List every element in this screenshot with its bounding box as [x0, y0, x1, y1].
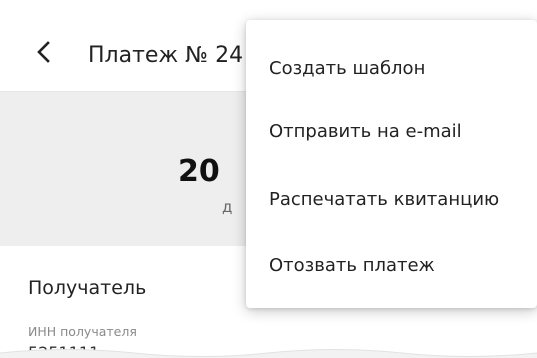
- status-bar-area: [0, 0, 537, 12]
- chevron-left-icon: [37, 41, 50, 63]
- payment-details-screen: Платеж № 24 20 д Получатель ИНН получате…: [0, 0, 537, 358]
- torn-edge-divider: [0, 349, 537, 358]
- back-button[interactable]: [30, 38, 58, 66]
- page-title: Платеж № 24: [88, 43, 244, 68]
- overflow-menu: Создать шаблон Отправить на e-mail Распе…: [246, 20, 537, 308]
- recipient-title: Получатель: [28, 277, 147, 299]
- menu-item-create-template[interactable]: Создать шаблон: [246, 38, 537, 100]
- menu-item-send-email[interactable]: Отправить на e-mail: [246, 101, 537, 163]
- menu-item-revoke-payment[interactable]: Отозвать платеж: [246, 235, 537, 297]
- inn-label: ИНН получателя: [28, 324, 137, 339]
- amount-value: 20: [178, 154, 220, 189]
- amount-subtitle: д: [222, 198, 233, 216]
- menu-item-print-receipt[interactable]: Распечатать квитанцию: [246, 169, 537, 231]
